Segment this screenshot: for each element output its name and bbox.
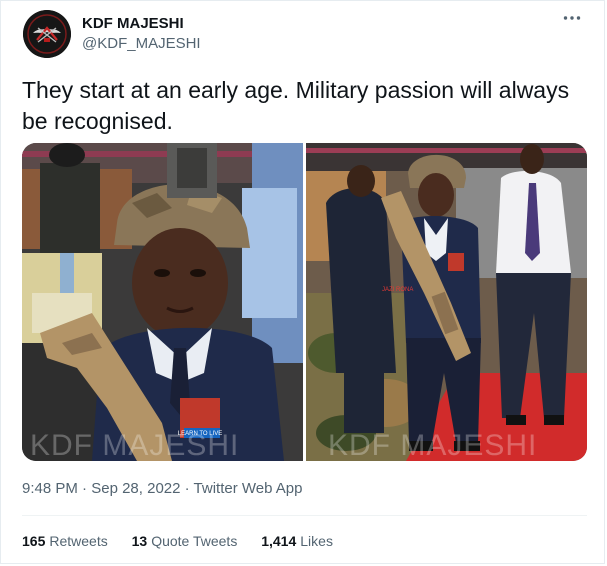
avatar[interactable]: [23, 10, 71, 58]
badge-text-right: JAZI RONA: [382, 287, 413, 293]
likes-stat[interactable]: 1,414 Likes: [261, 533, 333, 549]
author-info: KDF MAJESHI @KDF_MAJESHI: [82, 14, 201, 53]
tweet-card: KDF MAJESHI @KDF_MAJESHI They start at a…: [0, 0, 605, 564]
tweet-source[interactable]: Twitter Web App: [194, 480, 303, 497]
tweet-meta: 9:48 PM · Sep 28, 2022 · Twitter Web App: [22, 479, 303, 499]
tweet-date[interactable]: Sep 28, 2022: [91, 480, 180, 497]
meta-separator-2: ·: [184, 480, 190, 497]
more-dots-glyph: [563, 16, 581, 20]
more-dots-icon[interactable]: [562, 13, 582, 29]
retweets-label: Retweets: [49, 533, 108, 549]
meta-separator: ·: [82, 480, 88, 497]
tweet-stats: 165 Retweets 13 Quote Tweets 1,414 Likes: [22, 531, 353, 551]
author-display-name[interactable]: KDF MAJESHI: [82, 14, 201, 33]
quote-tweets-stat[interactable]: 13 Quote Tweets: [132, 533, 238, 549]
photo-boy-with-rifle-fullbody[interactable]: JAZI RONA KDF MAJESHI: [306, 143, 587, 461]
author-handle[interactable]: @KDF_MAJESHI: [82, 34, 201, 53]
tweet-media: LEARN TO LIVE KDF MAJESHI JAZI RONA KDF …: [22, 143, 587, 461]
photo-boy-with-rifle-closeup[interactable]: LEARN TO LIVE KDF MAJESHI: [22, 143, 303, 461]
tweet-time[interactable]: 9:48 PM: [22, 480, 78, 497]
quote-tweets-label: Quote Tweets: [151, 533, 238, 549]
kdf-logo-icon: [23, 10, 71, 58]
watermark-left: KDF MAJESHI: [30, 429, 239, 461]
quote-tweets-count: 13: [131, 533, 148, 549]
retweets-count: 165: [22, 533, 46, 549]
divider: [22, 515, 587, 516]
likes-count: 1,414: [261, 533, 297, 549]
retweets-stat[interactable]: 165 Retweets: [22, 533, 108, 549]
watermark-right: KDF MAJESHI: [328, 429, 537, 461]
likes-label: Likes: [300, 533, 333, 549]
tweet-text: They start at an early age. Military pas…: [22, 77, 570, 134]
